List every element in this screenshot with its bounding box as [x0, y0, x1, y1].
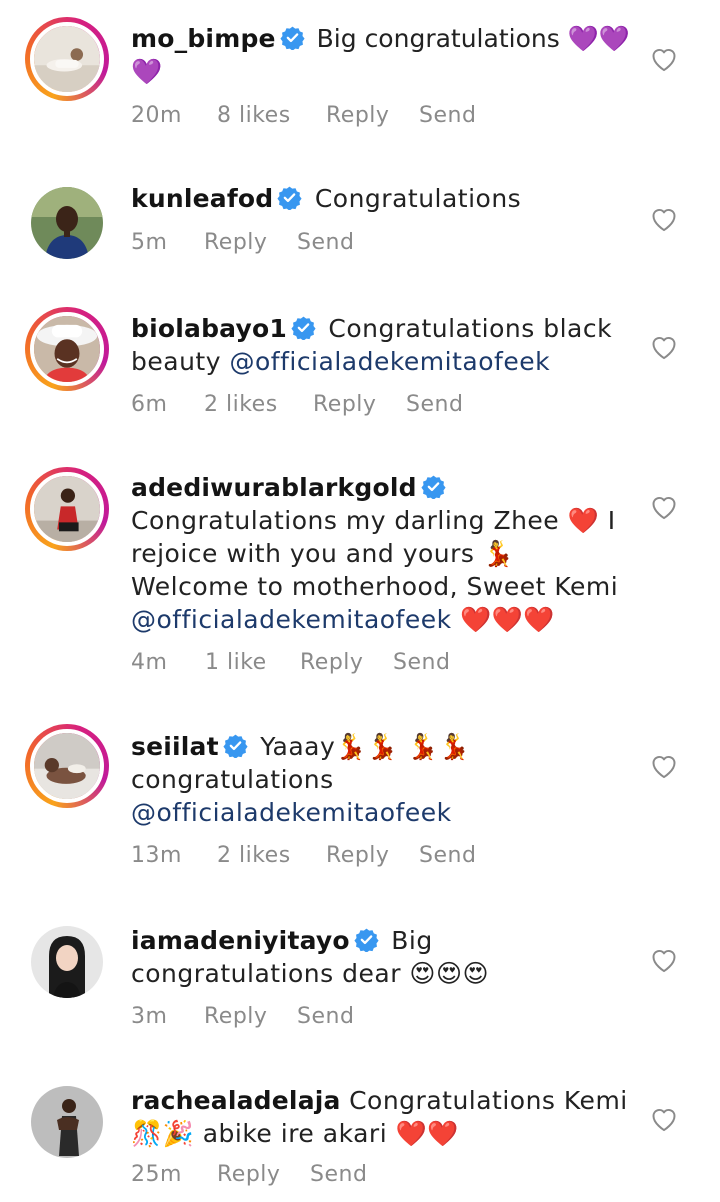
comment-mention[interactable]: @officialadekemitaofeek: [131, 798, 452, 827]
verified-badge-icon: [277, 185, 302, 210]
comment-mention[interactable]: @officialadekemitaofeek: [131, 605, 452, 634]
comment-likes-count[interactable]: 8 likes: [217, 103, 291, 128]
comment-text: rachealadelaja Congratulations Kemi 🎊🎉 a…: [131, 1084, 631, 1150]
reply-button[interactable]: Reply: [217, 1162, 280, 1187]
reply-button[interactable]: Reply: [326, 103, 389, 128]
avatar: [30, 729, 104, 803]
avatar-story-ring[interactable]: [25, 17, 109, 101]
comment-item: iamadeniyitayo Big congratulations dear …: [0, 906, 720, 1066]
comment-time: 25m: [131, 1162, 182, 1187]
comment-username[interactable]: adediwurablarkgold: [131, 473, 417, 502]
comment-item: rachealadelaja Congratulations Kemi 🎊🎉 a…: [0, 1066, 720, 1202]
avatar[interactable]: [31, 187, 103, 259]
verified-badge-icon: [291, 315, 316, 340]
comment-item: adediwurablarkgold Congratulations my da…: [0, 450, 720, 710]
comment-text: adediwurablarkgold Congratulations my da…: [131, 471, 631, 636]
reply-button[interactable]: Reply: [313, 392, 376, 417]
comment-item: biolabayo1 Congratulations black beauty …: [0, 290, 720, 450]
verified-badge-icon: [223, 733, 248, 758]
heart-outline-icon[interactable]: [650, 494, 678, 520]
reply-button[interactable]: Reply: [204, 230, 267, 255]
comment-body: Congratulations my darling Zhee ❤️ I rej…: [131, 506, 619, 601]
heart-outline-icon[interactable]: [650, 1106, 678, 1132]
comment-username[interactable]: mo_bimpe: [131, 24, 276, 53]
comment-time: 4m: [131, 650, 168, 675]
send-button[interactable]: Send: [419, 103, 476, 128]
comment-likes-count[interactable]: 1 like: [205, 650, 267, 675]
avatar-story-ring[interactable]: [25, 307, 109, 391]
comment-meta: 4m 1 like Reply Send: [131, 650, 531, 680]
comment-item: kunleafod Congratulations 5m Reply Send: [0, 160, 720, 290]
comment-body-end: ❤️❤️❤️: [451, 605, 555, 634]
avatar-story-ring[interactable]: [25, 724, 109, 808]
reply-button[interactable]: Reply: [300, 650, 363, 675]
comment-item: seiilat Yaaay💃💃 💃💃 congratulations @offi…: [0, 710, 720, 906]
heart-outline-icon[interactable]: [650, 753, 678, 779]
comment-time: 3m: [131, 1004, 168, 1029]
comment-meta: 13m 2 likes Reply Send: [131, 843, 531, 873]
heart-outline-icon[interactable]: [650, 46, 678, 72]
avatar: [30, 22, 104, 96]
avatar-story-ring[interactable]: [25, 467, 109, 551]
send-button[interactable]: Send: [406, 392, 463, 417]
comment-body: Congratulations: [306, 184, 522, 213]
send-button[interactable]: Send: [393, 650, 450, 675]
comment-item: mo_bimpe Big congratulations 💜💜💜 20m 8 l…: [0, 0, 720, 160]
comment-username[interactable]: seiilat: [131, 732, 219, 761]
comment-time: 5m: [131, 230, 168, 255]
comment-username[interactable]: rachealadelaja: [131, 1086, 341, 1115]
comment-text: iamadeniyitayo Big congratulations dear …: [131, 924, 631, 990]
comment-username[interactable]: kunleafod: [131, 184, 273, 213]
comment-meta: 3m Reply Send: [131, 1004, 531, 1034]
comment-username[interactable]: biolabayo1: [131, 314, 287, 343]
send-button[interactable]: Send: [297, 230, 354, 255]
comment-list: mo_bimpe Big congratulations 💜💜💜 20m 8 l…: [0, 0, 720, 1202]
send-button[interactable]: Send: [297, 1004, 354, 1029]
comment-meta: 5m Reply Send: [131, 230, 531, 260]
avatar[interactable]: [31, 926, 103, 998]
comment-likes-count[interactable]: 2 likes: [217, 843, 291, 868]
avatar: [30, 472, 104, 546]
comment-username[interactable]: iamadeniyitayo: [131, 926, 350, 955]
verified-badge-icon: [354, 927, 379, 952]
comment-mention[interactable]: @officialadekemitaofeek: [229, 347, 550, 376]
reply-button[interactable]: Reply: [204, 1004, 267, 1029]
comment-meta: 25m Reply Send: [131, 1162, 531, 1192]
comment-time: 13m: [131, 843, 182, 868]
comment-meta: 20m 8 likes Reply Send: [131, 103, 531, 133]
comment-time: 20m: [131, 103, 182, 128]
comment-text: mo_bimpe Big congratulations 💜💜💜: [131, 22, 631, 88]
heart-outline-icon[interactable]: [650, 206, 678, 232]
comment-text: biolabayo1 Congratulations black beauty …: [131, 312, 631, 378]
send-button[interactable]: Send: [310, 1162, 367, 1187]
comment-text: kunleafod Congratulations: [131, 182, 631, 215]
heart-outline-icon[interactable]: [650, 947, 678, 973]
comment-text: seiilat Yaaay💃💃 💃💃 congratulations @offi…: [131, 730, 631, 829]
heart-outline-icon[interactable]: [650, 334, 678, 360]
reply-button[interactable]: Reply: [326, 843, 389, 868]
verified-badge-icon: [421, 474, 446, 499]
comment-likes-count[interactable]: 2 likes: [204, 392, 278, 417]
comment-time: 6m: [131, 392, 168, 417]
avatar: [30, 312, 104, 386]
avatar[interactable]: [31, 1086, 103, 1158]
send-button[interactable]: Send: [419, 843, 476, 868]
verified-badge-icon: [280, 25, 305, 50]
comment-meta: 6m 2 likes Reply Send: [131, 392, 531, 422]
